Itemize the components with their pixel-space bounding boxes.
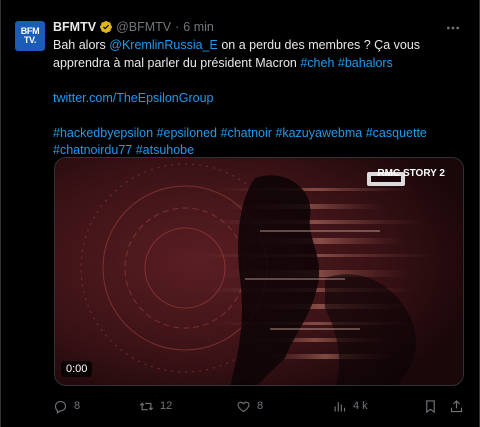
bookmark-icon (426, 399, 435, 413)
heart-icon (237, 401, 250, 412)
like-count: 8 (257, 400, 264, 412)
mention-link[interactable]: @KremlinRussia_E (109, 38, 218, 52)
like-button[interactable]: 8 (236, 397, 263, 415)
retweet-icon (139, 402, 154, 410)
hashtag-link[interactable]: #bahalors (338, 56, 393, 70)
views-button[interactable]: 4 k (332, 397, 368, 415)
tweet-frame: BFM TV. BFMTV @BFMTV · 6 min Bah alors @… (0, 0, 480, 427)
author-name[interactable]: BFMTV (53, 20, 96, 34)
hashtag-link[interactable]: #cheh (300, 56, 334, 70)
views-count: 4 k (353, 400, 368, 412)
reply-button[interactable]: 8 (53, 397, 80, 415)
tweet[interactable]: BFM TV. BFMTV @BFMTV · 6 min Bah alors @… (1, 0, 479, 427)
share-icon (450, 399, 463, 412)
text-segment: Bah alors (53, 38, 110, 52)
video-frame (55, 158, 463, 385)
tweet-header: BFMTV @BFMTV · 6 min (53, 18, 214, 36)
author-handle[interactable]: @BFMTV (116, 20, 171, 34)
timestamp[interactable]: 6 min (183, 20, 214, 34)
share-button[interactable] (449, 397, 464, 415)
tweet-text-line1: Bah alors @KremlinRussia_E on a perdu de… (53, 37, 465, 72)
bookmark-button[interactable] (423, 397, 438, 415)
verified-badge-icon (99, 20, 113, 34)
avatar[interactable]: BFM TV. (15, 21, 45, 51)
separator-dot: · (175, 20, 180, 34)
channel-logo-text: RMC STORY 2 (377, 168, 445, 179)
views-icon (334, 401, 346, 411)
avatar-logo-line2: TV. (23, 35, 37, 45)
video-timecode: 0:00 (61, 361, 93, 377)
tweet-text: Bah alors @KremlinRussia_E on a perdu de… (53, 37, 465, 160)
retweet-count: 12 (160, 400, 173, 412)
hashtags-line1[interactable]: #hackedbyepsilon #epsiloned #chatnoir #k… (53, 125, 465, 143)
retweet-button[interactable]: 12 (139, 397, 172, 415)
reply-icon (54, 400, 67, 414)
external-url-link[interactable]: twitter.com/TheEpsilonGroup (53, 90, 465, 108)
reply-count: 8 (74, 400, 81, 412)
video-player[interactable]: RMC STORY 2 (54, 157, 464, 386)
action-bar: 8 12 8 4 k (53, 397, 465, 415)
